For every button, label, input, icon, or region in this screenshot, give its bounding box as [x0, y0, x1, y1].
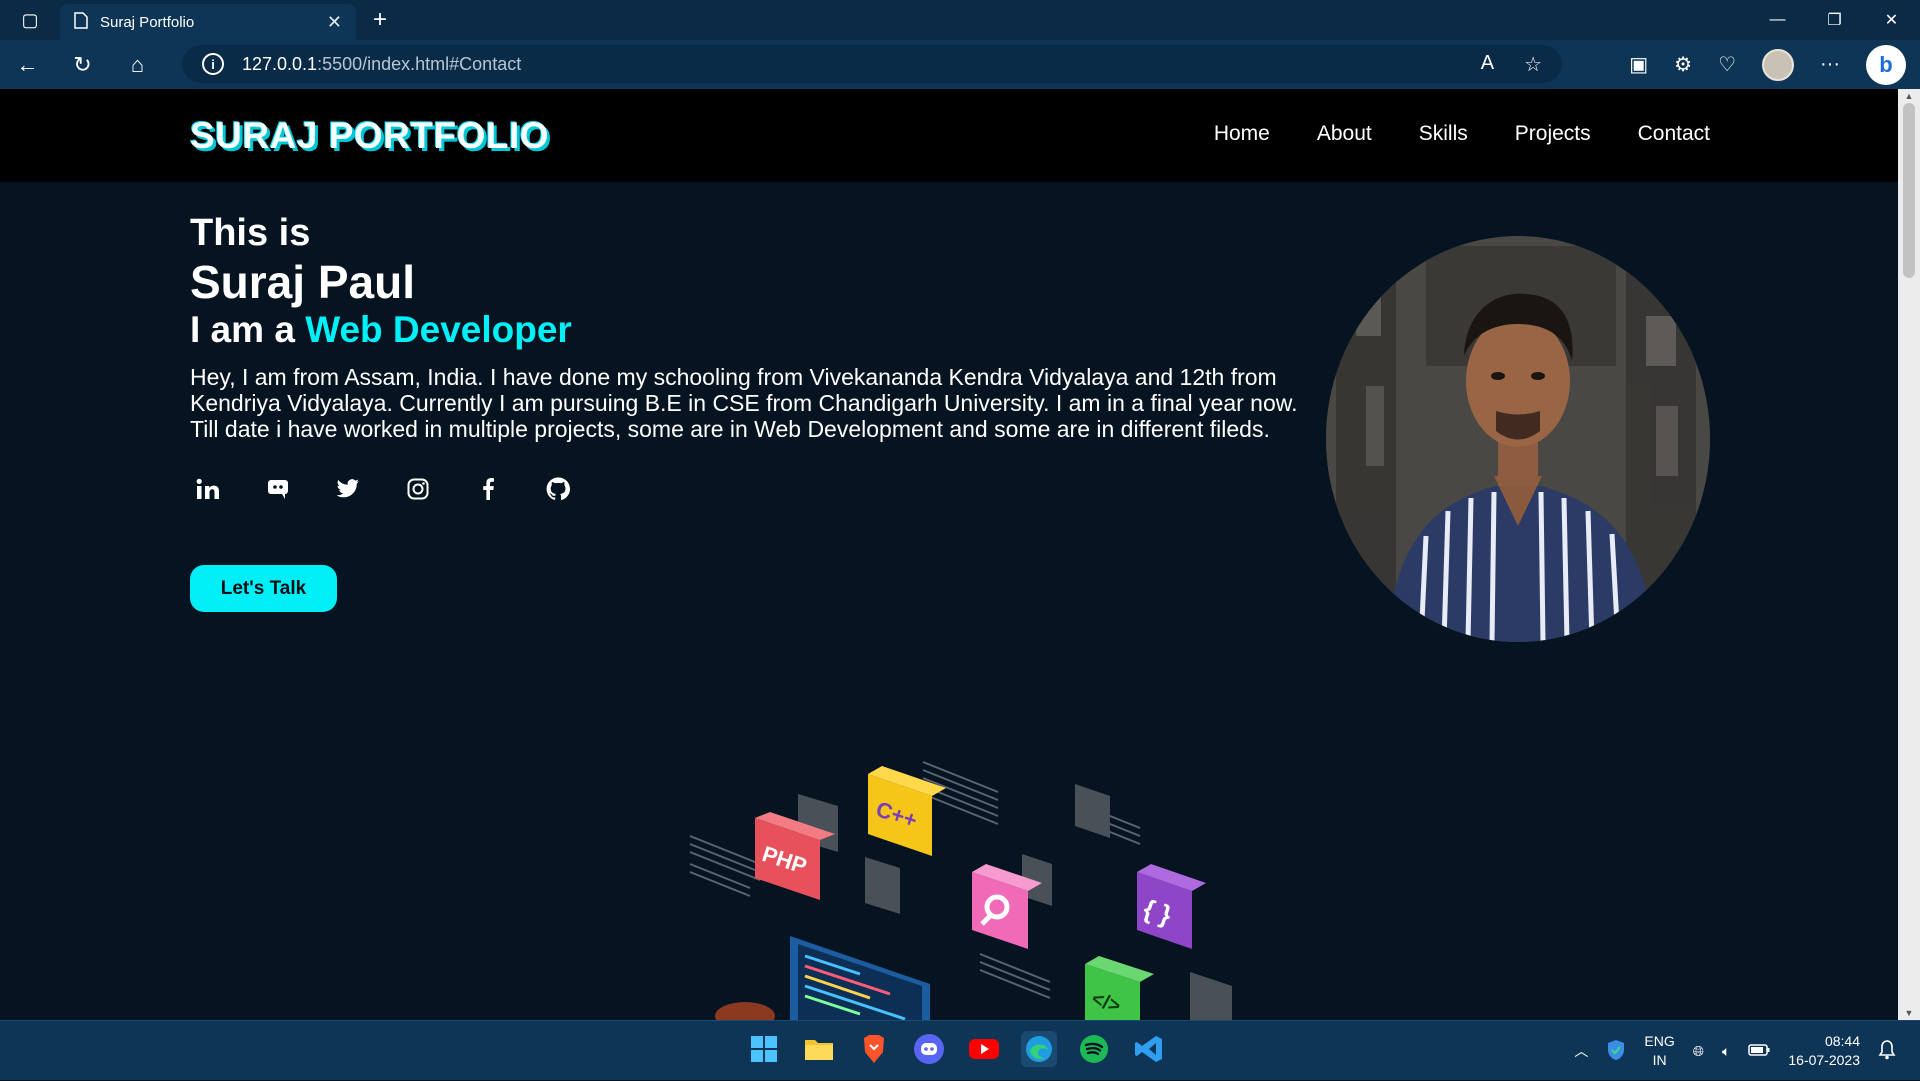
new-tab-button[interactable]: + — [362, 2, 398, 38]
url-host: 127.0.0.1 — [242, 53, 318, 74]
address-bar[interactable]: i 127.0.0.1 :5500/index.html#Contact A ☆ — [182, 45, 1562, 83]
taskbar: ︿ ENG IN 🌐︎ 🔈︎ 08:44 16-07-2023 — [0, 1020, 1920, 1080]
restore-button[interactable]: ❐ — [1806, 0, 1863, 40]
more-options-icon[interactable]: ··· — [1820, 53, 1840, 76]
scroll-up-icon[interactable]: ▲ — [1898, 91, 1920, 101]
show-hidden-icons-icon[interactable]: ︿ — [1574, 1041, 1588, 1061]
close-tab-icon[interactable]: ✕ — [327, 12, 342, 33]
instagram-icon[interactable] — [406, 477, 430, 501]
lang-code: ENG — [1644, 1033, 1675, 1049]
profile-avatar[interactable] — [1762, 48, 1795, 81]
language-indicator[interactable]: ENG IN — [1644, 1032, 1674, 1070]
browser-tab[interactable]: Suraj Portfolio ✕ — [60, 4, 356, 40]
main-nav: Home About Skills Projects Contact — [1214, 122, 1710, 146]
minimize-button[interactable]: — — [1749, 0, 1806, 40]
scrollbar-thumb[interactable] — [1903, 103, 1915, 278]
clock-time: 08:44 — [1824, 1033, 1860, 1049]
start-icon[interactable] — [746, 1031, 782, 1067]
role-prefix: I am a — [190, 309, 295, 350]
nav-about[interactable]: About — [1317, 122, 1372, 146]
clock-date: 16-07-2023 — [1788, 1052, 1860, 1068]
site-info-icon[interactable]: i — [202, 53, 224, 75]
read-aloud-icon[interactable]: A — [1481, 52, 1494, 77]
site-logo[interactable]: SURAJ PORTFOLIO — [190, 115, 549, 157]
toolbar-right: ▣ ⚙ ♡ ··· b — [1629, 40, 1906, 89]
discord-app-icon[interactable] — [911, 1031, 947, 1067]
site-header: SURAJ PORTFOLIO Home About Skills Projec… — [0, 89, 1898, 182]
lang-region: IN — [1652, 1052, 1667, 1068]
system-tray: ︿ ENG IN 🌐︎ 🔈︎ 08:44 16-07-2023 — [1574, 1021, 1896, 1081]
youtube-icon[interactable] — [966, 1031, 1002, 1067]
nav-projects[interactable]: Projects — [1515, 122, 1591, 146]
social-links — [196, 477, 570, 501]
hero-role: I am a Web Developer — [190, 309, 572, 351]
notifications-icon[interactable] — [1878, 1039, 1896, 1063]
security-shield-icon[interactable] — [1606, 1039, 1626, 1064]
facebook-icon[interactable] — [476, 477, 500, 501]
clock[interactable]: 08:44 16-07-2023 — [1788, 1032, 1860, 1070]
collections-icon[interactable]: ▣ — [1629, 52, 1648, 77]
url-path: :5500/index.html#Contact — [317, 53, 522, 74]
tab-actions-icon[interactable]: ▢ — [0, 0, 60, 40]
address-bar-actions: A ☆ — [1481, 52, 1542, 77]
brave-icon[interactable] — [856, 1031, 892, 1067]
browser-chrome: ▢ Suraj Portfolio ✕ + — ❐ ✕ ← ↻ ⌂ i 127.… — [0, 0, 1920, 89]
bing-copilot-icon[interactable]: b — [1866, 44, 1906, 85]
network-icon[interactable]: 🌐︎ — [1693, 1043, 1704, 1060]
page-icon — [74, 11, 88, 33]
extensions-icon[interactable]: ⚙ — [1674, 52, 1692, 77]
vscode-icon[interactable] — [1131, 1031, 1167, 1067]
refresh-button[interactable]: ↻ — [55, 45, 110, 85]
hero-name: Suraj Paul — [190, 256, 415, 308]
taskbar-apps — [746, 1031, 1167, 1067]
favorite-star-icon[interactable]: ☆ — [1524, 52, 1542, 77]
home-button[interactable]: ⌂ — [110, 45, 165, 85]
back-button[interactable]: ← — [0, 45, 55, 85]
spotify-icon[interactable] — [1076, 1031, 1112, 1067]
battery-icon[interactable] — [1748, 1043, 1770, 1059]
nav-skills[interactable]: Skills — [1419, 122, 1468, 146]
nav-home[interactable]: Home — [1214, 122, 1270, 146]
profile-photo — [1326, 236, 1710, 642]
lets-talk-button[interactable]: Let's Talk — [190, 565, 337, 612]
linkedin-icon[interactable] — [196, 477, 220, 501]
discord-icon[interactable] — [266, 477, 290, 501]
role-title: Web Developer — [305, 309, 572, 350]
hero-intro: This is — [190, 212, 311, 254]
hero-bio: Hey, I am from Assam, India. I have done… — [190, 364, 1298, 442]
page-viewport: SURAJ PORTFOLIO Home About Skills Projec… — [0, 89, 1898, 1020]
edge-icon[interactable] — [1021, 1031, 1057, 1067]
tab-bar: ▢ Suraj Portfolio ✕ + — [0, 0, 1920, 40]
browser-essentials-icon[interactable]: ♡ — [1718, 52, 1736, 77]
close-window-button[interactable]: ✕ — [1863, 0, 1920, 40]
nav-contact[interactable]: Contact — [1638, 122, 1710, 146]
coding-illustration: PHP C++ { } </> — [660, 754, 1260, 1020]
tab-title: Suraj Portfolio — [100, 13, 195, 31]
volume-icon[interactable]: 🔈︎ — [1722, 1043, 1730, 1060]
page-scrollbar[interactable]: ▲ ▼ — [1898, 89, 1920, 1020]
scroll-down-icon[interactable]: ▼ — [1898, 1008, 1920, 1018]
file-explorer-icon[interactable] — [801, 1031, 837, 1067]
window-controls: — ❐ ✕ — [1749, 0, 1920, 40]
browser-toolbar: ← ↻ ⌂ i 127.0.0.1 :5500/index.html#Conta… — [0, 40, 1920, 89]
github-icon[interactable] — [546, 477, 570, 501]
twitter-icon[interactable] — [336, 477, 360, 501]
